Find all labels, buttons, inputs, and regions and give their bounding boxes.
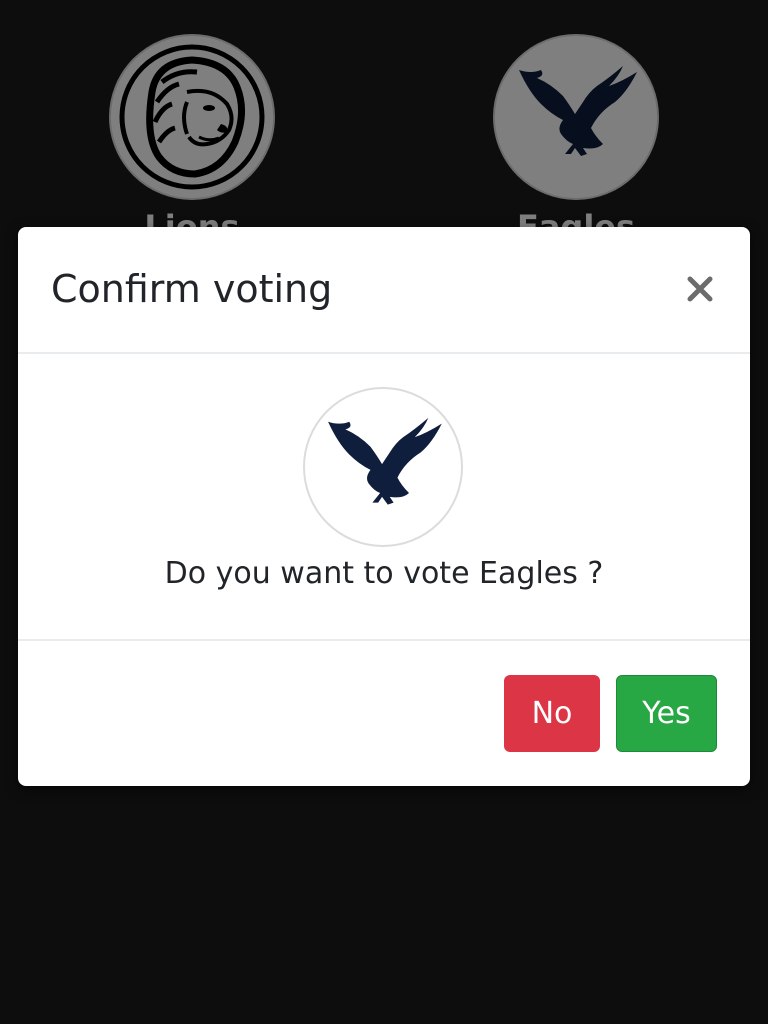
close-button[interactable]	[682, 271, 718, 307]
selected-team-logo	[303, 387, 463, 547]
close-icon	[687, 276, 713, 302]
modal-body: Do you want to vote Eagles ?	[18, 354, 750, 641]
modal-footer: No Yes	[18, 641, 750, 786]
eagle-icon	[328, 417, 442, 505]
yes-button[interactable]: Yes	[616, 675, 717, 752]
confirm-question: Do you want to vote Eagles ?	[164, 556, 604, 591]
modal-header: Confirm voting	[18, 227, 750, 354]
confirm-vote-modal: Confirm voting Do you want to vote Eagle…	[18, 227, 750, 786]
modal-title: Confirm voting	[51, 267, 333, 311]
voting-page: Lions Eagles Confirm voting Do	[0, 0, 768, 1024]
no-button[interactable]: No	[504, 675, 600, 752]
